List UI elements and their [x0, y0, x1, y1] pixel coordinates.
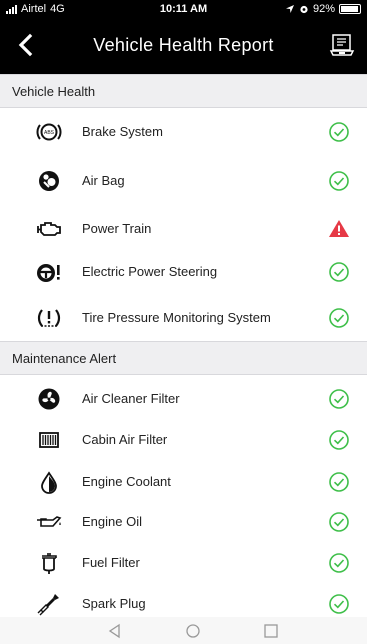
check-circle-icon: [329, 430, 349, 450]
tire-pressure-icon: [37, 309, 61, 327]
alarm-icon: [300, 5, 308, 14]
check-circle-icon: [329, 512, 349, 532]
check-circle-icon: [329, 122, 349, 142]
item-label: Electric Power Steering: [82, 264, 218, 279]
item-label: Spark Plug: [82, 596, 146, 611]
list-item-power-train[interactable]: Power Train: [0, 208, 367, 249]
check-circle-icon: [329, 553, 349, 573]
status-right: 92%: [285, 3, 361, 15]
fuel-filter-icon: [42, 553, 57, 574]
item-label: Power Train: [82, 221, 152, 236]
fan-icon: [38, 388, 60, 410]
list-item-cabin-air-filter[interactable]: Cabin Air Filter: [0, 419, 367, 460]
list-item-engine-oil[interactable]: Engine Oil: [0, 501, 367, 542]
nav-back-icon[interactable]: [106, 622, 124, 640]
nav-home-icon[interactable]: [184, 622, 202, 640]
svg-text:ABS: ABS: [44, 130, 55, 136]
check-circle-icon: [329, 594, 349, 614]
item-label: Air Cleaner Filter: [82, 391, 180, 406]
section-title: Vehicle Health: [12, 84, 96, 99]
report-document-icon[interactable]: [329, 32, 355, 58]
section-header-maintenance-alert: Maintenance Alert: [0, 341, 367, 375]
item-label: Engine Oil: [82, 514, 142, 529]
list-item-tire-pressure-monitoring-system[interactable]: Tire Pressure Monitoring System: [0, 297, 367, 338]
coolant-drop-icon: [41, 471, 57, 494]
spark-plug-icon: [37, 594, 59, 616]
list-item-brake-system[interactable]: ABS Brake System: [0, 111, 367, 152]
check-circle-icon: [329, 472, 349, 492]
system-nav-bar: [0, 617, 367, 644]
item-label: Brake System: [82, 124, 163, 139]
section-header-vehicle-health: Vehicle Health: [0, 74, 367, 108]
brake-icon: ABS: [36, 123, 62, 141]
nav-bar: Vehicle Health Report: [0, 18, 367, 74]
oil-can-icon: [37, 516, 62, 527]
list-item-engine-coolant[interactable]: Engine Coolant: [0, 461, 367, 502]
steering-icon: [37, 264, 60, 282]
check-circle-icon: [329, 308, 349, 328]
battery-icon: [339, 4, 361, 14]
battery-percent: 92%: [312, 3, 335, 15]
cabin-filter-icon: [39, 432, 59, 448]
warning-triangle-icon: [329, 220, 349, 237]
airbag-icon: [39, 171, 59, 191]
item-label: Cabin Air Filter: [82, 432, 168, 447]
nav-recents-icon[interactable]: [262, 622, 280, 640]
item-label: Engine Coolant: [82, 474, 171, 489]
list-item-fuel-filter[interactable]: Fuel Filter: [0, 542, 367, 583]
list-item-electric-power-steering[interactable]: Electric Power Steering: [0, 251, 367, 292]
check-circle-icon: [329, 171, 349, 191]
engine-icon: [37, 222, 61, 236]
location-icon: [285, 5, 294, 13]
page-title: Vehicle Health Report: [93, 35, 274, 55]
item-label: Tire Pressure Monitoring System: [82, 310, 271, 325]
list-item-air-bag[interactable]: Air Bag: [0, 160, 367, 201]
section-title: Maintenance Alert: [12, 351, 117, 366]
check-circle-icon: [329, 262, 349, 282]
item-label: Air Bag: [82, 173, 125, 188]
check-circle-icon: [329, 389, 349, 409]
status-bar: Airtel 4G 10:11 AM 92%: [0, 0, 367, 18]
list-item-air-cleaner-filter[interactable]: Air Cleaner Filter: [0, 378, 367, 419]
item-label: Fuel Filter: [82, 555, 140, 570]
